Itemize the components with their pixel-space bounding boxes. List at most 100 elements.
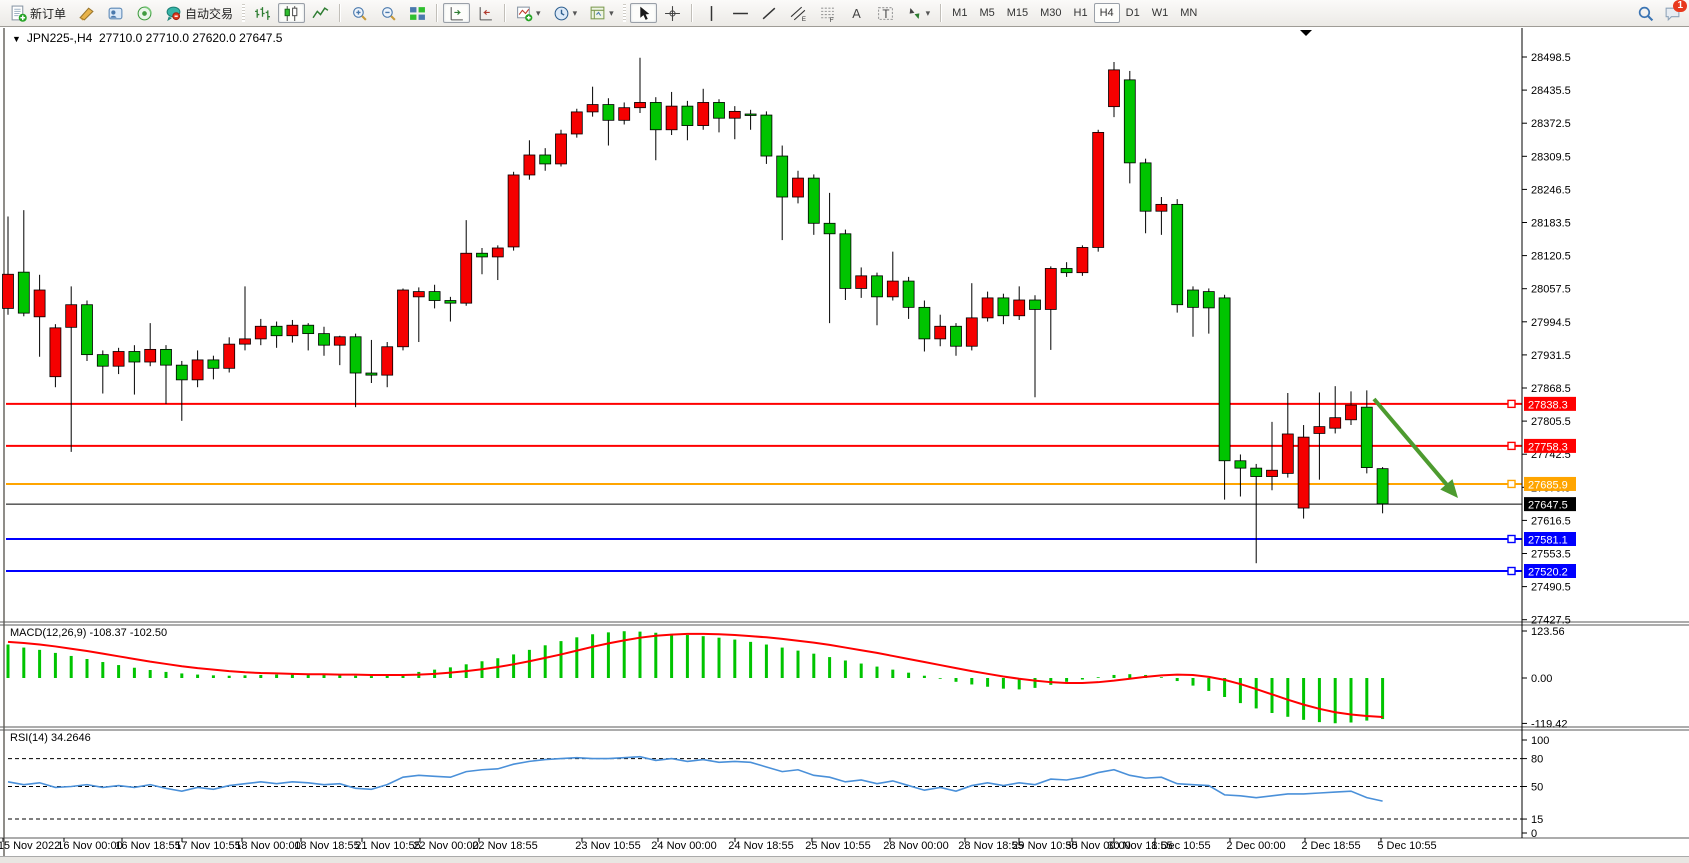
toolbar-grip bbox=[623, 4, 626, 22]
timeframe-m30[interactable]: M30 bbox=[1034, 3, 1067, 23]
text-tool[interactable]: A bbox=[843, 3, 870, 23]
candle-body bbox=[603, 105, 614, 121]
candle-body bbox=[82, 305, 93, 355]
candle-body bbox=[66, 305, 77, 328]
timeframe-m5[interactable]: M5 bbox=[973, 3, 1000, 23]
text-icon: A bbox=[848, 5, 865, 22]
candle-body bbox=[729, 111, 740, 118]
autotrading-button[interactable]: 自动交易 bbox=[160, 3, 238, 23]
new-order-icon bbox=[10, 5, 27, 22]
candle-body bbox=[1267, 470, 1278, 476]
toolbar-separator bbox=[504, 4, 506, 22]
search-icon[interactable] bbox=[1637, 5, 1654, 22]
data-window-button[interactable] bbox=[102, 3, 129, 23]
cursor-tool-button[interactable] bbox=[630, 3, 657, 23]
price-tick-label: 27616.5 bbox=[1531, 515, 1571, 527]
new-order-label: 新订单 bbox=[30, 5, 66, 22]
zoom-out-icon bbox=[380, 5, 397, 22]
candle-body bbox=[1124, 80, 1135, 163]
fibonacci-tool[interactable]: F bbox=[814, 3, 841, 23]
candle-body bbox=[1314, 427, 1325, 434]
price-line-badge-value: 27581.1 bbox=[1528, 535, 1568, 547]
macd-indicator-label: MACD(12,26,9) -108.37 -102.50 bbox=[10, 627, 167, 639]
timeframe-m15[interactable]: M15 bbox=[1001, 3, 1034, 23]
candle-body bbox=[145, 349, 156, 362]
auto-scroll-button[interactable] bbox=[472, 3, 499, 23]
vertical-line-tool[interactable] bbox=[698, 3, 725, 23]
text-label-icon: T bbox=[877, 5, 894, 22]
channel-tool[interactable]: E bbox=[785, 3, 812, 23]
market-watch-button[interactable] bbox=[73, 3, 100, 23]
periods-button[interactable]: ▾ bbox=[548, 3, 583, 23]
indicators-button[interactable]: ▾ bbox=[511, 3, 546, 23]
hline-handle[interactable] bbox=[1508, 442, 1515, 449]
price-tick-label: 28120.5 bbox=[1531, 251, 1571, 263]
candle-body bbox=[1014, 300, 1025, 316]
toolbar-grip bbox=[242, 4, 245, 22]
candle-body bbox=[429, 292, 440, 301]
candle-body bbox=[556, 134, 567, 164]
horizontal-line-tool[interactable] bbox=[727, 3, 754, 23]
svg-text:F: F bbox=[829, 17, 833, 22]
timeframe-d1[interactable]: D1 bbox=[1120, 3, 1146, 23]
new-order-button[interactable]: 新订单 bbox=[5, 3, 71, 23]
time-axis-label: 23 Nov 10:55 bbox=[575, 840, 640, 852]
toolbar-separator bbox=[940, 4, 942, 22]
candle-body bbox=[587, 105, 598, 112]
time-axis-label: 18 Nov 18:55 bbox=[294, 840, 359, 852]
timeframe-w1[interactable]: W1 bbox=[1146, 3, 1175, 23]
candlestick-chart-button[interactable] bbox=[278, 3, 305, 23]
bar-chart-button[interactable] bbox=[249, 3, 276, 23]
price-tick-label: 27994.5 bbox=[1531, 317, 1571, 329]
trendline-tool[interactable] bbox=[756, 3, 783, 23]
hline-handle[interactable] bbox=[1508, 567, 1515, 574]
toolbar-separator bbox=[691, 4, 693, 22]
candle-body bbox=[808, 178, 819, 223]
chart-title[interactable]: ▼ JPN225-,H4 27710.0 27710.0 27620.0 2764… bbox=[12, 31, 282, 45]
time-axis-label: 24 Nov 18:55 bbox=[728, 840, 793, 852]
candle-body bbox=[856, 276, 867, 289]
candle-body bbox=[540, 155, 551, 164]
time-axis-label: 2 Dec 00:00 bbox=[1226, 840, 1285, 852]
timeframe-m1[interactable]: M1 bbox=[946, 3, 973, 23]
time-axis-label: 16 Nov 00:00 bbox=[57, 840, 122, 852]
candle-body bbox=[872, 276, 883, 297]
hline-handle[interactable] bbox=[1508, 400, 1515, 407]
time-axis-label: 5 Dec 10:55 bbox=[1377, 840, 1436, 852]
crosshair-tool-button[interactable] bbox=[659, 3, 686, 23]
chart-title-expander-icon[interactable]: ▼ bbox=[12, 34, 21, 44]
candle-body bbox=[319, 334, 330, 346]
hline-handle[interactable] bbox=[1508, 480, 1515, 487]
chart-ohlc-values: 27710.0 27710.0 27620.0 27647.5 bbox=[99, 31, 283, 45]
timeframe-h4[interactable]: H4 bbox=[1094, 3, 1120, 23]
price-tick-label: 27490.5 bbox=[1531, 582, 1571, 594]
price-tick-label: 28309.5 bbox=[1531, 151, 1571, 163]
svg-text:E: E bbox=[801, 15, 805, 21]
navigator-button[interactable] bbox=[131, 3, 158, 23]
candle-body bbox=[303, 325, 314, 333]
candle-body bbox=[635, 102, 646, 107]
timeframe-h1[interactable]: H1 bbox=[1068, 3, 1094, 23]
text-label-tool[interactable]: T bbox=[872, 3, 899, 23]
candle-body bbox=[982, 298, 993, 318]
notifications-button[interactable]: 1 bbox=[1664, 5, 1681, 22]
chart-canvas[interactable]: 28498.528435.528372.528309.528246.528183… bbox=[0, 0, 1689, 863]
tile-windows-button[interactable] bbox=[404, 3, 431, 23]
line-chart-button[interactable] bbox=[307, 3, 334, 23]
rsi-indicator-label: RSI(14) 34.2646 bbox=[10, 732, 91, 744]
candle-body bbox=[413, 292, 424, 297]
candle-body bbox=[97, 355, 108, 367]
chart-symbol-period: JPN225-,H4 bbox=[27, 31, 92, 45]
templates-button[interactable]: ▾ bbox=[584, 3, 619, 23]
arrows-tool[interactable]: ▾ bbox=[901, 3, 936, 23]
arrows-tool-icon bbox=[906, 5, 923, 22]
timeframe-mn[interactable]: MN bbox=[1174, 3, 1203, 23]
rsi-tick-label: 50 bbox=[1531, 782, 1543, 794]
zoom-in-button[interactable] bbox=[346, 3, 373, 23]
chart-shift-button[interactable] bbox=[443, 3, 470, 23]
zoom-out-button[interactable] bbox=[375, 3, 402, 23]
hline-handle[interactable] bbox=[1508, 536, 1515, 543]
candle-body bbox=[1377, 469, 1388, 504]
macd-tick-label: 0.00 bbox=[1531, 673, 1552, 685]
rsi-tick-label: 100 bbox=[1531, 735, 1549, 747]
